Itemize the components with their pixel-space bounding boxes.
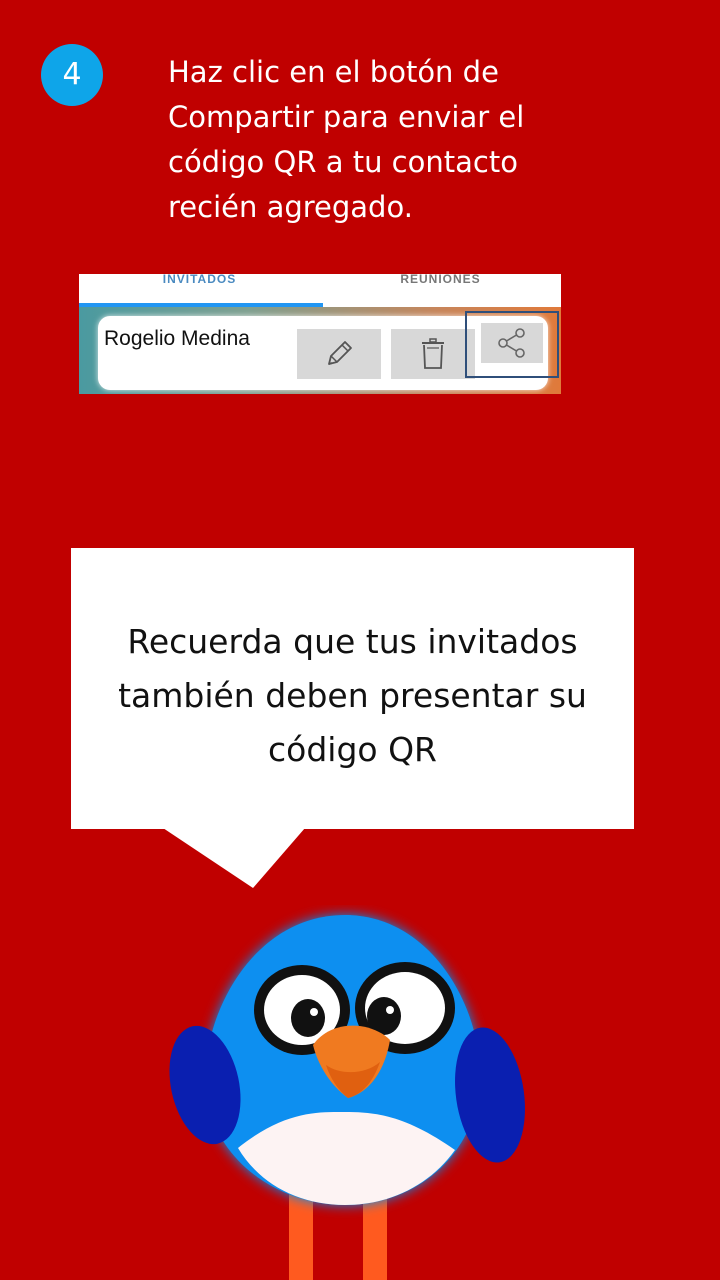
trash-icon <box>422 338 444 369</box>
bubble-line: Recuerda que tus invitados <box>127 622 578 661</box>
bird-mascot <box>169 915 525 1280</box>
step-instruction: Haz clic en el botón de Compartir para e… <box>168 50 648 230</box>
bird-leg <box>363 1190 387 1280</box>
tab-indicator <box>79 303 323 307</box>
tab-reuniones[interactable]: REUNIONES <box>320 274 561 307</box>
step-number-badge: 4 <box>41 44 103 106</box>
pencil-icon <box>328 341 352 365</box>
instruction-line: código QR a tu contacto <box>168 145 518 179</box>
bird-leg <box>289 1190 313 1280</box>
bubble-line: código QR <box>268 730 437 769</box>
instruction-line: Compartir para enviar el <box>168 100 525 134</box>
instruction-line: recién agregado. <box>168 190 413 224</box>
tab-bar: INVITADOS REUNIONES <box>79 274 561 307</box>
instruction-line: Haz clic en el botón de <box>168 55 499 89</box>
bubble-line: también deben presentar su <box>118 676 587 715</box>
edit-button[interactable] <box>297 329 381 379</box>
contact-name: Rogelio Medina <box>104 327 250 350</box>
delete-button[interactable] <box>391 329 475 379</box>
bubble-message: Recuerda que tus invitados también deben… <box>71 615 634 777</box>
share-highlight-box <box>465 311 559 378</box>
app-screenshot: INVITADOS REUNIONES Rogelio Medina <box>79 274 561 394</box>
